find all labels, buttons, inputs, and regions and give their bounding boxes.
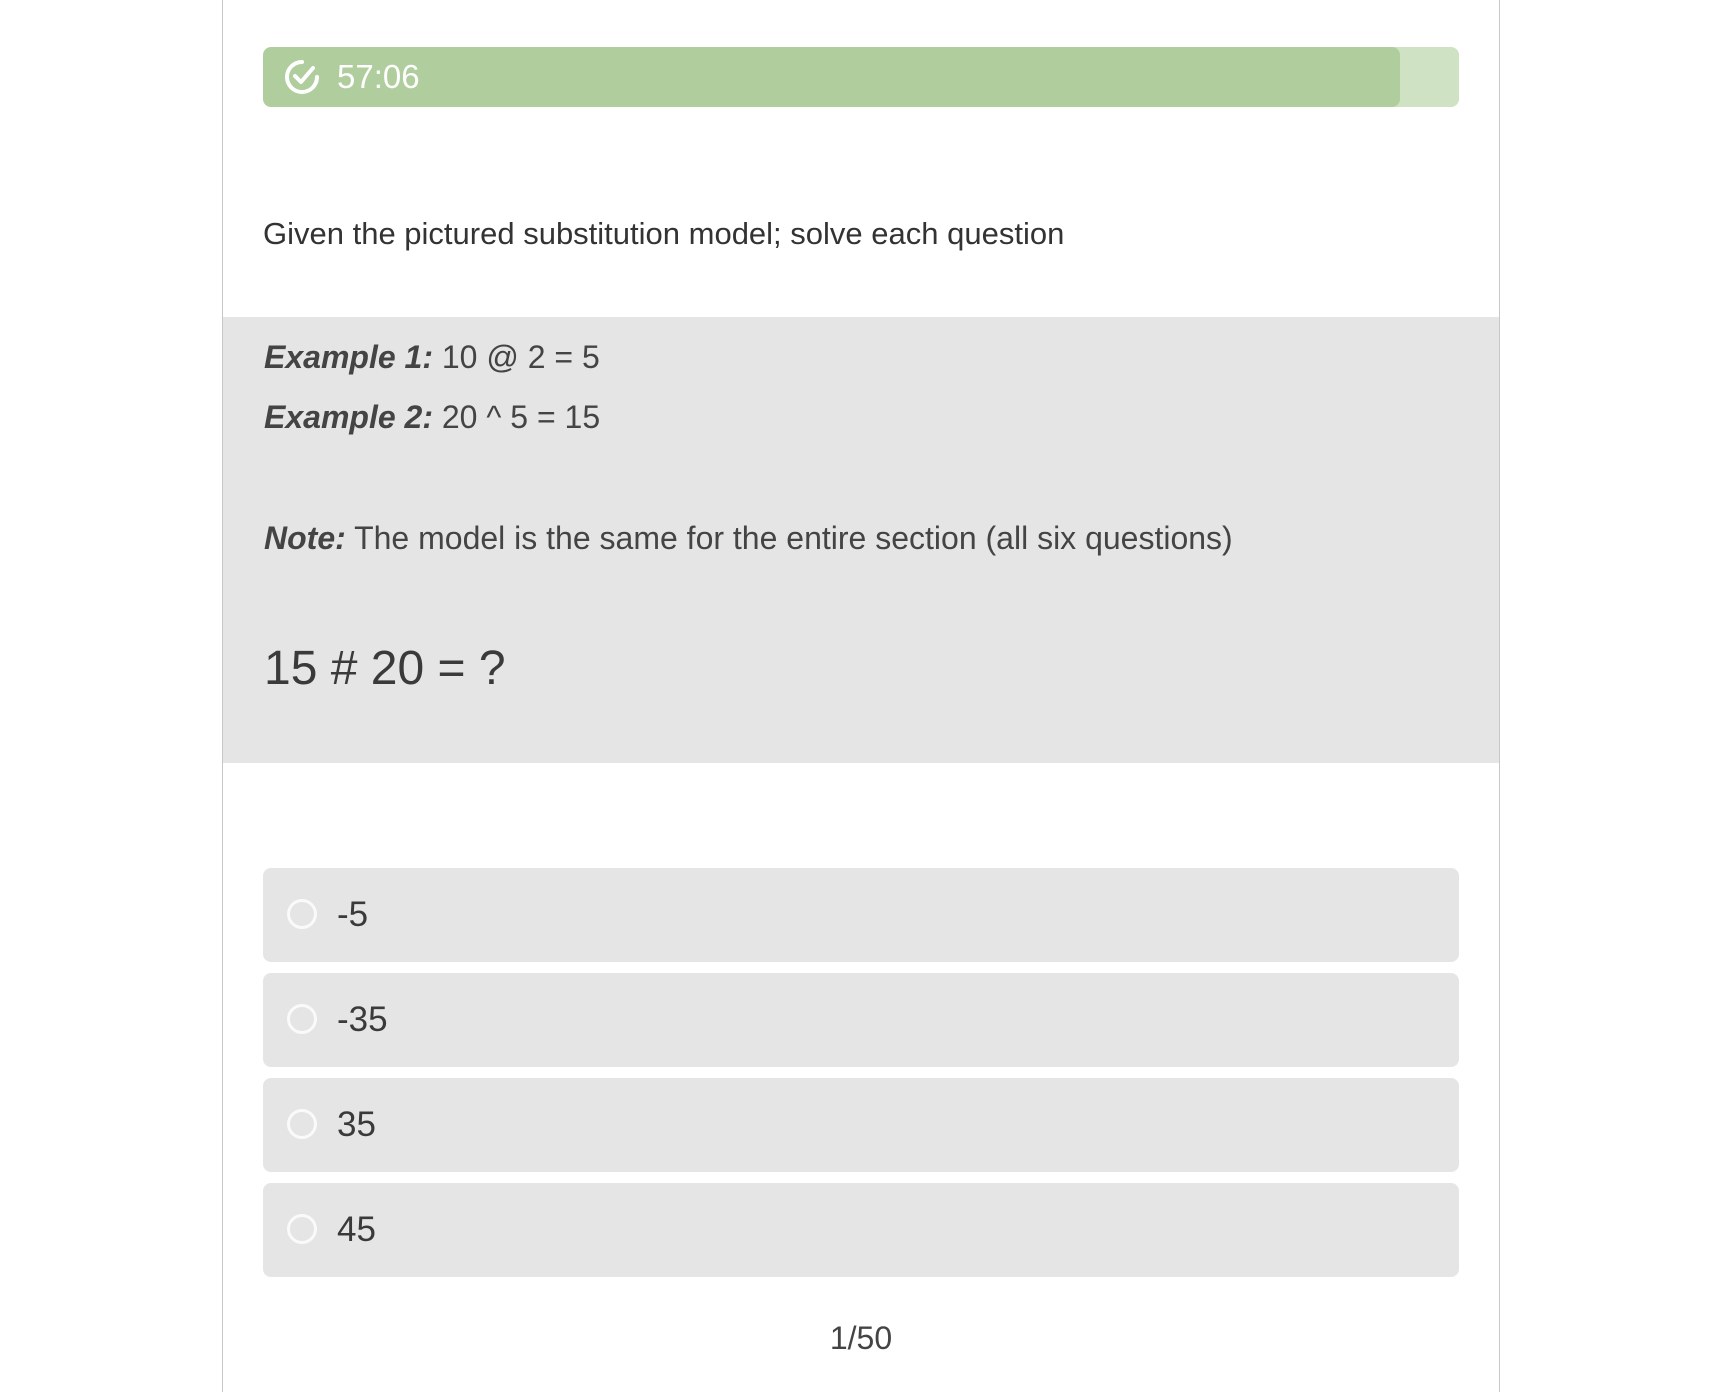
answer-option-label: -5 <box>337 895 369 934</box>
answer-option-label: 45 <box>337 1210 376 1249</box>
question-equation: 15 # 20 = ? <box>264 642 506 695</box>
answer-option-2[interactable]: -35 <box>263 973 1459 1067</box>
radio-button-icon[interactable] <box>287 1214 317 1244</box>
instruction-text: Given the pictured substitution model; s… <box>263 216 1065 251</box>
answer-option-label: -35 <box>337 1000 388 1039</box>
question-panel: Example 1: 10 @ 2 = 5 Example 2: 20 ^ 5 … <box>223 317 1499 763</box>
page-counter: 1/50 <box>829 1320 893 1356</box>
example-2: Example 2: 20 ^ 5 = 15 <box>264 399 600 436</box>
timer-progress-fill <box>263 47 1401 107</box>
timer-check-icon <box>285 60 319 94</box>
note-label: Note: <box>264 520 346 556</box>
radio-button-icon[interactable] <box>287 899 317 929</box>
answer-option-1[interactable]: -5 <box>263 868 1459 962</box>
radio-button-icon[interactable] <box>287 1109 317 1139</box>
note-text: The model is the same for the entire sec… <box>354 520 1233 556</box>
answer-option-3[interactable]: 35 <box>263 1078 1459 1172</box>
quiz-frame: 57:06 Given the pictured substitution mo… <box>222 0 1500 1392</box>
answer-option-label: 35 <box>337 1105 376 1144</box>
timer-text: 57:06 <box>337 58 420 95</box>
example-1-text: 10 @ 2 = 5 <box>432 339 600 375</box>
answer-option-4[interactable]: 45 <box>263 1183 1459 1277</box>
radio-button-icon[interactable] <box>287 1004 317 1034</box>
timer-progress-bar: 57:06 <box>263 47 1459 107</box>
example-1: Example 1: 10 @ 2 = 5 <box>264 339 600 376</box>
example-2-text: 20 ^ 5 = 15 <box>441 399 601 435</box>
example-2-label: Example 2: <box>264 399 433 435</box>
example-1-label: Example 1: <box>264 339 433 375</box>
note: Note: The model is the same for the enti… <box>264 520 1233 557</box>
